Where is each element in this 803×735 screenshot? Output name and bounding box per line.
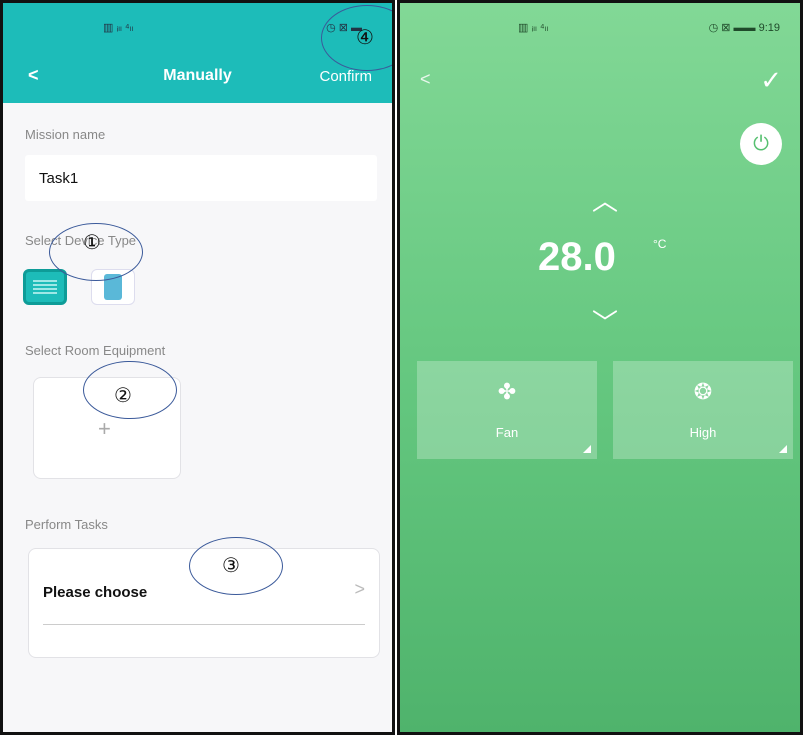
manual-task-screen: ▥ ᵢₗₗ ⁴ₗₗ ◷ ⊠ ▬ < Manually Confirm Missi… xyxy=(0,0,395,735)
mission-name-label: Mission name xyxy=(25,127,106,142)
wind-speed-icon: ❂ xyxy=(693,379,713,404)
tile-label: Fan xyxy=(495,425,519,440)
temperature-unit: °C xyxy=(653,237,667,251)
air-conditioner-type-button[interactable] xyxy=(23,269,67,305)
tile-label: High xyxy=(689,425,717,440)
temperature-value: 28.0 xyxy=(538,235,616,279)
status-icons: ◷ ⊠ ▬▬ 9:19 xyxy=(708,22,780,34)
room-equipment-label: Select Room Equipment xyxy=(25,343,166,358)
corner-indicator xyxy=(583,445,591,453)
callout-number: ③ xyxy=(222,555,240,577)
signal-indicators: ▥ ᵢₗₗ ⁴ₗₗ xyxy=(518,22,549,34)
callout-number: ② xyxy=(114,385,132,407)
fan-icon: ✤ xyxy=(497,379,517,404)
chevron-right-icon: > xyxy=(354,579,365,599)
fan-mode-tile[interactable]: ✤ Fan xyxy=(417,361,597,459)
power-icon[interactable]: ⏻ xyxy=(740,123,782,165)
chevron-up-icon[interactable]: ︿ xyxy=(592,181,618,218)
perform-tasks-label: Perform Tasks xyxy=(25,517,108,532)
divider xyxy=(43,624,365,625)
status-bar: ▥ ᵢₗₗ ⁴ₗₗ ◷ ⊠ ▬▬ 9:19 xyxy=(400,19,800,39)
mission-name-input[interactable] xyxy=(25,155,377,201)
checkmark-icon[interactable]: ✓ xyxy=(760,65,782,96)
task-select-value: Please choose xyxy=(43,584,148,601)
chevron-down-icon[interactable]: ﹀ xyxy=(592,303,618,340)
corner-indicator xyxy=(779,445,787,453)
signal-indicators: ▥ ᵢₗₗ ⁴ₗₗ xyxy=(103,22,134,34)
back-button[interactable]: < xyxy=(420,69,431,90)
air-conditioner-icon xyxy=(33,280,57,294)
callout-number: ① xyxy=(83,232,101,254)
callout-number: ④ xyxy=(356,27,374,49)
fan-speed-tile[interactable]: ❂ High xyxy=(613,361,793,459)
plus-icon: + xyxy=(98,416,111,441)
ac-control-screen: ▥ ᵢₗₗ ⁴ₗₗ ◷ ⊠ ▬▬ 9:19 < ✓ ⏻ ︿ 28.0 °C ﹀ … xyxy=(397,0,803,735)
